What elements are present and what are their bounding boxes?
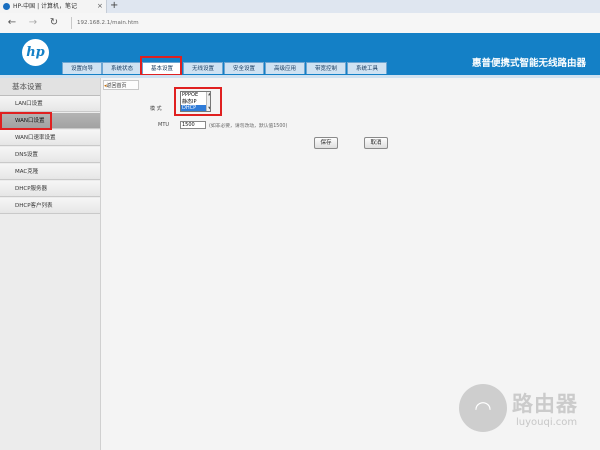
- watermark-url: luyouqi.com: [516, 417, 578, 428]
- back-icon[interactable]: ←: [5, 13, 19, 33]
- watermark-text: 路由器: [512, 392, 578, 416]
- mtu-hint: (如非必要，请勿改动，默认值1500): [209, 124, 288, 129]
- new-tab-icon[interactable]: +: [110, 0, 118, 13]
- forward-icon[interactable]: →: [26, 13, 40, 33]
- mtu-input[interactable]: 1500: [180, 121, 206, 129]
- sidebar-item-dns[interactable]: DNS设置: [0, 147, 100, 163]
- menu-tab-bandwidth[interactable]: 带宽控制: [306, 62, 346, 74]
- router-title: 惠普便携式智能无线路由器: [472, 58, 587, 69]
- browser-tab[interactable]: HP-中国 | 计算机，笔记 ×: [0, 0, 107, 13]
- menu-tab-security[interactable]: 安全设置: [224, 62, 264, 74]
- cancel-button[interactable]: 取消: [364, 137, 388, 149]
- highlight-wan-settings: [0, 112, 52, 130]
- url-separator: [71, 17, 72, 29]
- menu-tab-setup-wizard[interactable]: 设置向导: [62, 62, 102, 74]
- mode-label: 模 式: [150, 106, 162, 112]
- highlight-mode-select: [174, 87, 222, 116]
- hp-logo-text: hp: [26, 45, 45, 60]
- sidebar-item-dhcp-clients[interactable]: DHCP客户列表: [0, 198, 100, 214]
- highlight-basic-settings: [140, 56, 182, 76]
- mtu-label: MTU: [158, 122, 170, 128]
- sidebar-heading: 基本设置: [0, 78, 100, 96]
- close-tab-icon[interactable]: ×: [97, 0, 103, 13]
- favicon-icon: [3, 3, 10, 10]
- router-icon: ◠: [474, 396, 492, 420]
- back-home-tab[interactable]: ◂返回首页: [103, 80, 139, 90]
- sidebar-item-wan-speed[interactable]: WAN口速率设置: [0, 130, 100, 146]
- url-field[interactable]: 192.168.2.1/main.htm: [77, 13, 139, 33]
- menu-tab-advanced[interactable]: 高级应用: [265, 62, 305, 74]
- refresh-icon[interactable]: ↻: [47, 13, 61, 33]
- sidebar-item-mac-clone[interactable]: MAC克隆: [0, 164, 100, 180]
- menu-tab-wireless[interactable]: 无线设置: [183, 62, 223, 74]
- save-button[interactable]: 保存: [314, 137, 338, 149]
- browser-tab-title: HP-中国 | 计算机，笔记: [13, 3, 77, 10]
- sidebar-item-lan[interactable]: LAN口设置: [0, 96, 100, 112]
- sidebar-item-dhcp-server[interactable]: DHCP服务器: [0, 181, 100, 197]
- menu-tab-system-tools[interactable]: 系统工具: [347, 62, 387, 74]
- menu-tab-system-status[interactable]: 系统状态: [102, 62, 142, 74]
